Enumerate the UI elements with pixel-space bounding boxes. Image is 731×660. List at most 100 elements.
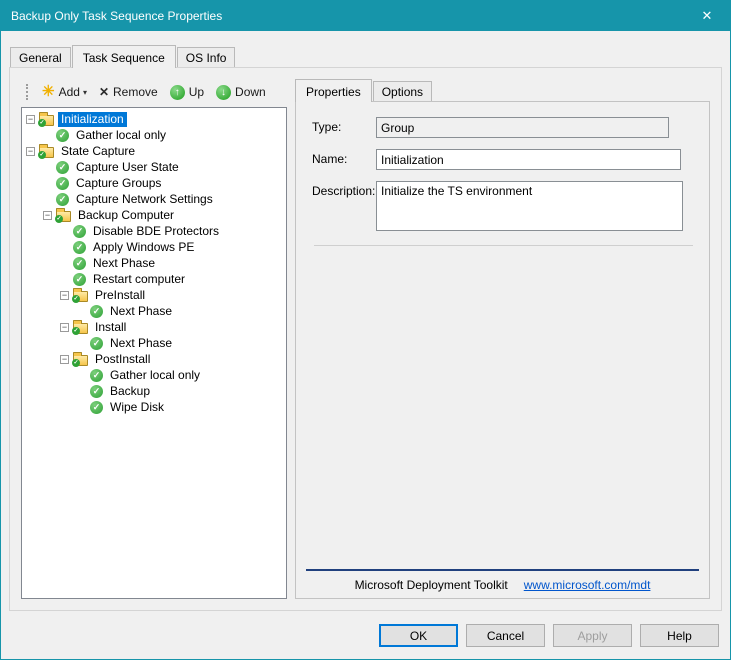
check-icon: ✓	[90, 401, 103, 414]
toolbar-remove-button[interactable]: ✕ Remove	[93, 82, 164, 102]
toolbar-down-label: Down	[235, 85, 266, 99]
dialog-button-row: OK Cancel Apply Help	[379, 624, 719, 647]
tree-expander[interactable]: −	[43, 211, 52, 220]
tree-item[interactable]: ✓ Capture Network Settings	[22, 191, 286, 207]
toolbar-add-button[interactable]: ✳Add▾	[36, 82, 93, 102]
tree-item-label: Next Phase	[90, 256, 158, 271]
folder-icon: ✓	[73, 291, 88, 302]
tree-item-label: Initialization	[58, 112, 127, 127]
name-label: Name:	[312, 149, 376, 170]
check-icon: ✓	[90, 369, 103, 382]
tree-item-label: Gather local only	[107, 368, 203, 383]
tree-item[interactable]: −✓PostInstall	[22, 351, 286, 367]
tab-options[interactable]: Options	[373, 81, 432, 101]
tree-pane: ✳Add▾✕Remove↑Up↓Down −✓Initialization✓Ga…	[21, 79, 287, 599]
folder-check-badge: ✓	[38, 151, 46, 159]
folder-icon: ✓	[39, 115, 54, 126]
tree-item-label: Disable BDE Protectors	[90, 224, 222, 239]
check-icon: ✓	[73, 257, 86, 270]
close-icon: ✕	[702, 8, 713, 24]
add-icon: ✳	[42, 85, 55, 99]
remove-icon: ✕	[99, 85, 109, 99]
section-divider	[314, 245, 693, 246]
folder-check-badge: ✓	[72, 359, 80, 367]
check-icon: ✓	[90, 337, 103, 350]
toolbar-up-label: Up	[189, 85, 204, 99]
toolbar-up-button[interactable]: ↑ Up	[164, 82, 210, 103]
toolbar-add-label: Add	[59, 85, 80, 99]
folder-check-badge: ✓	[38, 119, 46, 127]
description-input[interactable]: Initialize the TS environment	[376, 181, 683, 231]
up-icon: ↑	[170, 85, 185, 100]
check-icon: ✓	[73, 225, 86, 238]
tree-item[interactable]: ✓ Wipe Disk	[22, 399, 286, 415]
mdt-link[interactable]: www.microsoft.com/mdt	[524, 578, 651, 592]
tree-item[interactable]: ✓Next Phase	[22, 335, 286, 351]
help-button[interactable]: Help	[640, 624, 719, 647]
toolbar-gripper	[26, 84, 29, 100]
check-icon: ✓	[56, 193, 69, 206]
tree-item[interactable]: ✓ Backup	[22, 383, 286, 399]
toolbar-down-button[interactable]: ↓Down	[210, 82, 272, 103]
tree-expander[interactable]: −	[26, 115, 35, 124]
folder-check-badge: ✓	[55, 215, 63, 223]
close-button[interactable]: ✕	[684, 1, 730, 31]
tree-item[interactable]: −✓ Backup Computer	[22, 207, 286, 223]
tree-item-label: Capture Network Settings	[73, 192, 216, 207]
tree-item[interactable]: ✓Gather local only	[22, 127, 286, 143]
ok-button[interactable]: OK	[379, 624, 458, 647]
tab-properties[interactable]: Properties	[295, 79, 372, 102]
task-sequence-tree: −✓Initialization✓Gather local only−✓Stat…	[21, 107, 287, 599]
check-icon: ✓	[56, 161, 69, 174]
tab-general[interactable]: General	[10, 47, 71, 67]
tree-item-label: Install	[92, 320, 129, 335]
name-field-row: Name:	[312, 149, 695, 170]
folder-icon: ✓	[39, 147, 54, 158]
type-label: Type:	[312, 117, 376, 138]
tree-item-label: Backup	[107, 384, 153, 399]
tree-item[interactable]: ✓Capture Groups	[22, 175, 286, 191]
tree-expander[interactable]: −	[60, 323, 69, 332]
tree-item-label: Restart computer	[90, 272, 188, 287]
tree-item[interactable]: −✓ Initialization	[22, 111, 286, 127]
type-field-row: Type:	[312, 117, 695, 138]
folder-check-badge: ✓	[72, 295, 80, 303]
tree-item[interactable]: ✓Restart computer	[22, 271, 286, 287]
mdt-brand-text: Microsoft Deployment Toolkit	[355, 578, 508, 592]
tree-item-label: State Capture	[58, 144, 138, 159]
tab-os-info[interactable]: OS Info	[177, 47, 236, 67]
titlebar: Backup Only Task Sequence Properties ✕	[1, 1, 730, 31]
tree-expander[interactable]: −	[60, 291, 69, 300]
folder-icon: ✓	[56, 211, 71, 222]
tree-item-label: Capture Groups	[73, 176, 164, 191]
panel-tab-strip: PropertiesOptions	[295, 79, 710, 102]
tree-item[interactable]: ✓ Gather local only	[22, 367, 286, 383]
tree-item[interactable]: ✓Next Phase	[22, 303, 286, 319]
apply-button[interactable]: Apply	[553, 624, 632, 647]
properties-pane: PropertiesOptions Type: Name: Descriptio…	[295, 79, 710, 599]
type-field[interactable]	[376, 117, 669, 138]
folder-icon: ✓	[73, 323, 88, 334]
tree-item-label: Wipe Disk	[107, 400, 167, 415]
tree-item[interactable]: −✓ Install	[22, 319, 286, 335]
tree-item[interactable]: ✓Apply Windows PE	[22, 239, 286, 255]
tree-item[interactable]: ✓ Next Phase	[22, 255, 286, 271]
folder-check-badge: ✓	[72, 327, 80, 335]
properties-dialog: Backup Only Task Sequence Properties ✕ G…	[0, 0, 731, 660]
tree-expander[interactable]: −	[60, 355, 69, 364]
properties-form: Type: Name: Description: Initialize the …	[296, 102, 709, 246]
footer-divider	[306, 569, 699, 571]
tree-item-label: PreInstall	[92, 288, 148, 303]
tree-item[interactable]: ✓Capture User State	[22, 159, 286, 175]
tree-item[interactable]: ✓ Disable BDE Protectors	[22, 223, 286, 239]
cancel-button[interactable]: Cancel	[466, 624, 545, 647]
check-icon: ✓	[90, 385, 103, 398]
tree-item-label: Backup Computer	[75, 208, 177, 223]
tab-task-sequence[interactable]: Task Sequence	[72, 45, 176, 68]
toolbar-remove-label: Remove	[113, 85, 158, 99]
tree-item[interactable]: −✓ State Capture	[22, 143, 286, 159]
tree-expander[interactable]: −	[26, 147, 35, 156]
description-field-row: Description: Initialize the TS environme…	[312, 181, 695, 231]
name-input[interactable]	[376, 149, 681, 170]
tree-item[interactable]: −✓ PreInstall	[22, 287, 286, 303]
